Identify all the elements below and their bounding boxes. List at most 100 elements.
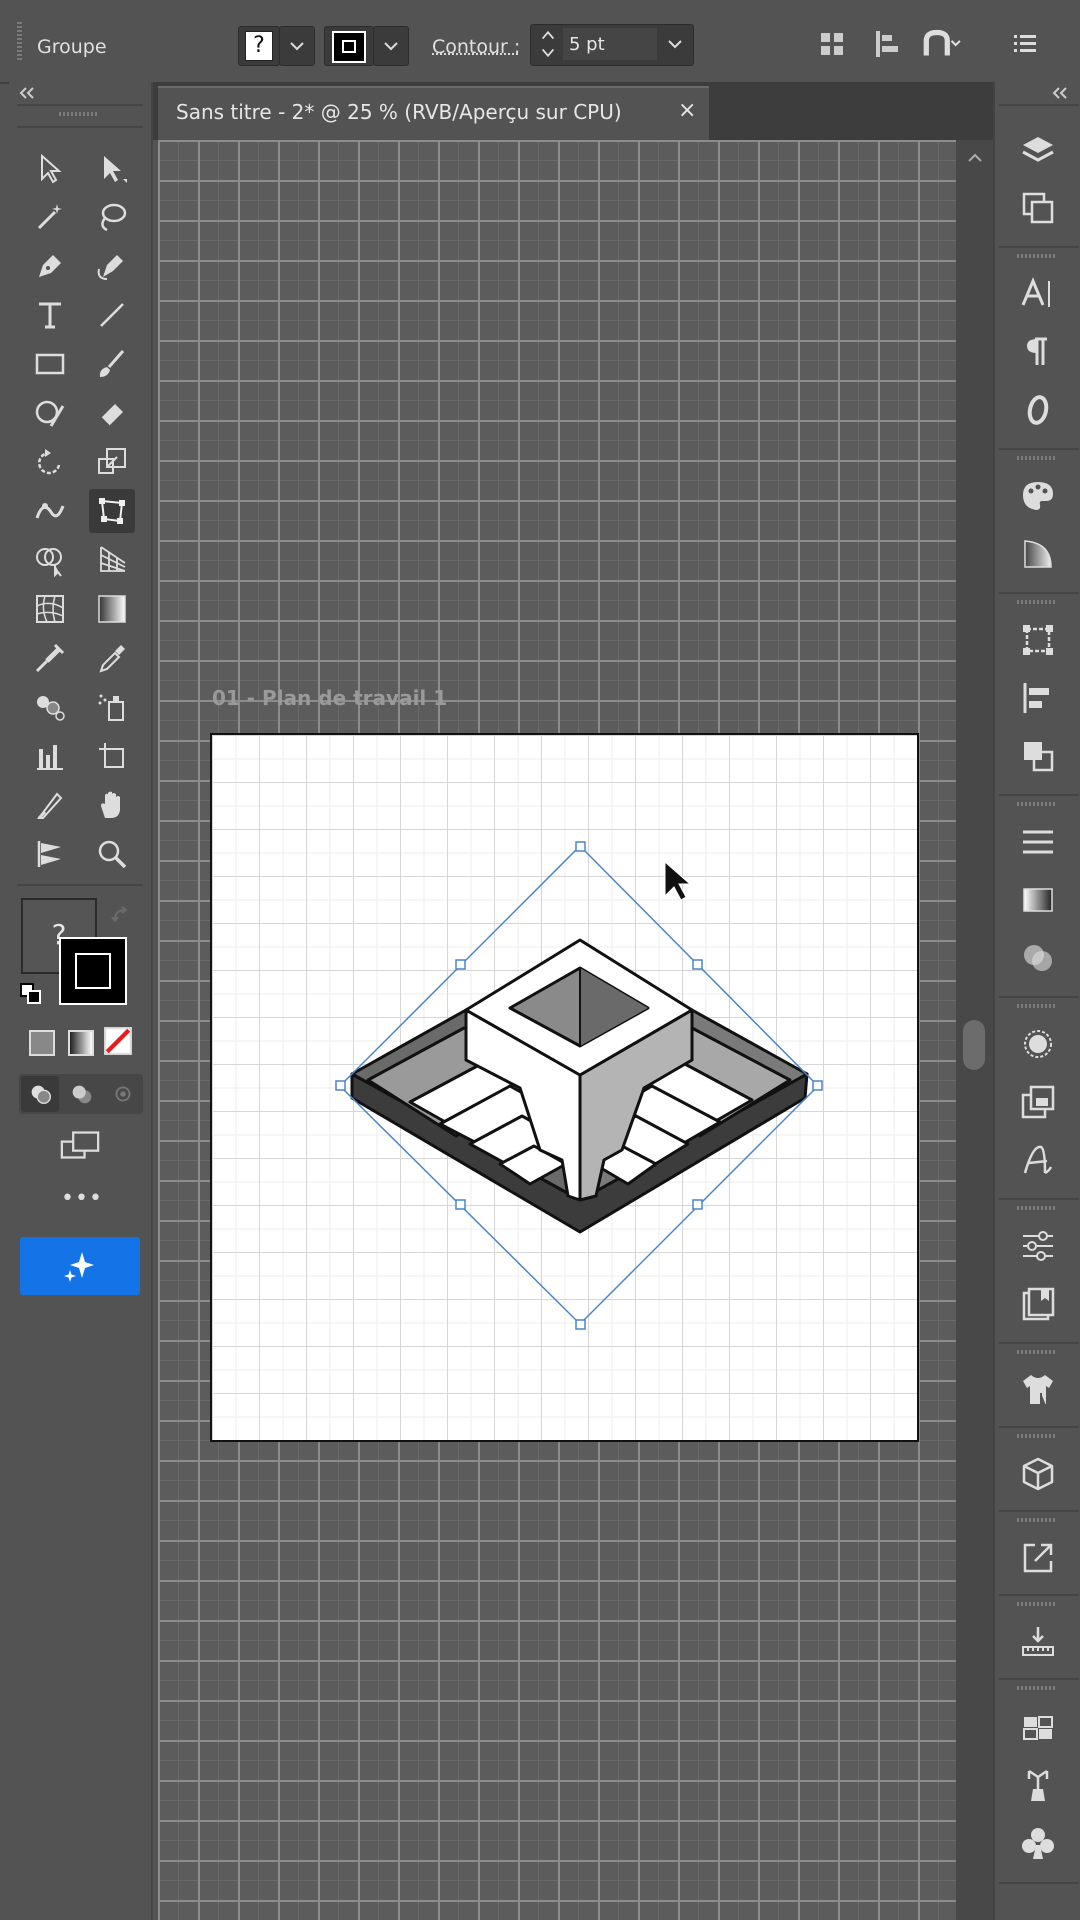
free-transform-tool[interactable]: [89, 489, 135, 533]
libraries-panel-button[interactable]: [1007, 1278, 1069, 1330]
generative-ai-button[interactable]: [20, 1237, 140, 1295]
none-mode-button[interactable]: [103, 1026, 135, 1058]
snap-icon[interactable]: [920, 28, 962, 60]
tools-grip[interactable]: [59, 112, 99, 116]
puppet-warp-tool[interactable]: [27, 489, 73, 533]
transform-panel-button[interactable]: [1007, 614, 1069, 666]
opentype-panel-button[interactable]: [1007, 384, 1069, 436]
stroke-swatch[interactable]: [324, 26, 374, 66]
screen-mode-icon[interactable]: [57, 1128, 103, 1162]
perspective-grid-tool[interactable]: [89, 538, 135, 582]
document-tab[interactable]: Sans titre - 2* @ 25 % (RVB/Aperçu sur C…: [158, 86, 709, 142]
hand-tool[interactable]: [89, 783, 135, 827]
pen-tool[interactable]: [27, 244, 73, 288]
magic-wand-tool[interactable]: [27, 195, 73, 239]
shaper-tool[interactable]: [27, 391, 73, 435]
scrollbar-thumb[interactable]: [963, 1020, 985, 1070]
scroll-up-icon[interactable]: [965, 150, 985, 164]
eraser-icon: [100, 404, 123, 427]
document-title: Sans titre - 2* @ 25 % (RVB/Aperçu sur C…: [176, 100, 622, 124]
stroke-panel-button[interactable]: [1007, 816, 1069, 868]
chevron-down-icon[interactable]: [665, 34, 685, 54]
shaper-icon: [35, 400, 65, 427]
3d-materials-panel-button[interactable]: [1007, 1448, 1069, 1500]
line-segment-tool[interactable]: [89, 293, 135, 337]
artboard[interactable]: [210, 733, 919, 1442]
distribute-icon[interactable]: [872, 29, 902, 59]
spray-can-tool[interactable]: [89, 685, 135, 729]
color-panel-button[interactable]: [1007, 470, 1069, 522]
draw-behind-button[interactable]: [62, 1076, 100, 1112]
control-bar-grip[interactable]: [17, 22, 22, 62]
export-panel-button[interactable]: [1007, 1532, 1069, 1584]
zoom-tool[interactable]: [89, 832, 135, 876]
stepper-icon[interactable]: [539, 27, 557, 61]
print-tiling-tool[interactable]: [27, 832, 73, 876]
align-icon[interactable]: [817, 29, 847, 59]
rectangle-tool[interactable]: [27, 342, 73, 386]
slice-tool[interactable]: [27, 783, 73, 827]
paintbrush-tool[interactable]: [89, 342, 135, 386]
asset-export-panel-button[interactable]: [1007, 1760, 1069, 1812]
expand-panels-icon[interactable]: [1050, 86, 1070, 100]
eyedropper-tool[interactable]: [89, 636, 135, 680]
color-mode-button[interactable]: [25, 1026, 57, 1058]
gradient-panel-button[interactable]: [1007, 874, 1069, 926]
more-tools-button[interactable]: •••: [61, 1186, 103, 1211]
curvature-tool[interactable]: [89, 244, 135, 288]
gradient-tool[interactable]: [89, 587, 135, 631]
shape-builder-tool[interactable]: [27, 538, 73, 582]
stroke-dropdown-button[interactable]: [373, 26, 409, 66]
fill-swatch[interactable]: ?: [238, 26, 280, 66]
pathfinder-icon: [1024, 742, 1054, 772]
hand-icon: [101, 791, 120, 818]
paragraph-panel-button[interactable]: [1007, 326, 1069, 378]
graphic-styles-panel-button[interactable]: [1007, 1076, 1069, 1128]
rotate-tool[interactable]: [27, 440, 73, 484]
symbol-sprayer-tool[interactable]: [27, 685, 73, 729]
measure-panel-button[interactable]: [1007, 1616, 1069, 1668]
image-trace-panel-button[interactable]: [1007, 1702, 1069, 1754]
transparency-panel-button[interactable]: [1007, 932, 1069, 984]
perspective-grid-icon: [100, 546, 126, 572]
stroke-color-box[interactable]: [59, 937, 127, 1005]
mesh-tool[interactable]: [27, 587, 73, 631]
tshirt-icon: [1023, 1375, 1053, 1409]
draw-normal-button[interactable]: [21, 1076, 59, 1112]
scale-tool[interactable]: [89, 440, 135, 484]
fill-swatch-symbol: ?: [245, 31, 273, 61]
mockup-panel-button[interactable]: [1007, 1364, 1069, 1416]
align-panel-button[interactable]: [1007, 672, 1069, 724]
stroke-weight-input[interactable]: 5 pt: [563, 28, 657, 60]
default-colors-icon[interactable]: [19, 982, 43, 1006]
asset-export-icon: [1027, 1769, 1049, 1801]
draw-inside-button[interactable]: [103, 1076, 141, 1112]
character-panel-button[interactable]: [1007, 268, 1069, 320]
appearance-panel-button[interactable]: [1007, 1018, 1069, 1070]
close-tab-button[interactable]: ×: [678, 98, 696, 123]
artboard-tool[interactable]: [89, 734, 135, 778]
color-guide-panel-button[interactable]: [1007, 528, 1069, 580]
character-styles-panel-button[interactable]: [1007, 1134, 1069, 1186]
menu-icon[interactable]: [1010, 29, 1040, 59]
selection-tool[interactable]: [27, 146, 73, 190]
artboard-label[interactable]: 01 - Plan de travail 1: [212, 686, 447, 710]
direct-selection-tool[interactable]: [89, 146, 135, 190]
gradient-mode-button[interactable]: [64, 1026, 96, 1058]
stroke-label[interactable]: Contour :: [432, 36, 520, 58]
eraser-tool[interactable]: [89, 391, 135, 435]
stroke-weight-field[interactable]: 5 pt: [530, 24, 694, 66]
swap-colors-icon[interactable]: [109, 904, 133, 928]
pathfinder-panel-button[interactable]: [1007, 730, 1069, 782]
collapse-icon[interactable]: [17, 86, 37, 100]
type-tool[interactable]: [27, 293, 73, 337]
layers-panel-button[interactable]: [1007, 124, 1069, 176]
eyedropper-tool-alt[interactable]: [27, 636, 73, 680]
graph-tool[interactable]: [27, 734, 73, 778]
fill-dropdown-button[interactable]: [279, 26, 315, 66]
rectangle-icon: [35, 353, 65, 375]
symbols-panel-button[interactable]: [1007, 1818, 1069, 1870]
lasso-tool[interactable]: [89, 195, 135, 239]
properties-panel-button[interactable]: [1007, 1220, 1069, 1272]
artboards-panel-button[interactable]: [1007, 182, 1069, 234]
